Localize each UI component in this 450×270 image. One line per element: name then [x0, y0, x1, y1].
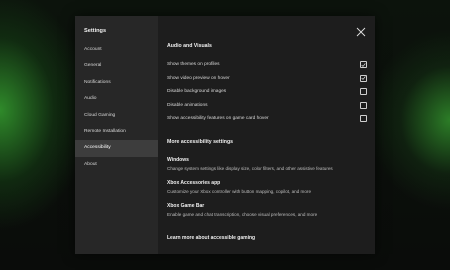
close-button[interactable] [356, 24, 366, 37]
option-disable-background[interactable]: Disable background images [167, 85, 367, 98]
option-show-themes[interactable]: Show themes on profiles [167, 58, 367, 71]
sidebar-item-cloud-gaming[interactable]: Cloud Gaming [75, 108, 158, 124]
sidebar-item-account[interactable]: Account [75, 42, 158, 58]
sidebar-item-about[interactable]: About [75, 157, 158, 173]
settings-content: Audio and Visuals Show themes on profile… [158, 16, 375, 254]
checkbox-video-preview[interactable] [360, 74, 367, 82]
link-description: Enable game and chat transcription, choo… [167, 212, 318, 217]
option-label: Disable animations [167, 102, 208, 108]
settings-sidebar: Settings Account General Notifications A… [75, 16, 158, 254]
checkmark-icon [361, 76, 366, 80]
option-accessibility-hover[interactable]: Show accessibility features on game card… [167, 112, 367, 125]
checkbox-accessibility-hover[interactable] [360, 115, 367, 122]
option-label: Show accessibility features on game card… [167, 116, 269, 121]
sidebar-item-remote-installation[interactable]: Remote Installation [75, 124, 158, 140]
checkmark-icon [361, 62, 366, 67]
link-description: Customize your Xbox controller with butt… [167, 189, 312, 194]
option-disable-animations[interactable]: Disable animations [167, 99, 367, 112]
sidebar-item-audio[interactable]: Audio [75, 91, 158, 107]
sidebar-title: Settings [84, 28, 107, 34]
checkbox-show-themes[interactable] [360, 61, 367, 68]
option-video-preview[interactable]: Show video preview on hover [167, 72, 367, 85]
option-label: Show video preview on hover [167, 75, 230, 81]
option-label: Disable background images [167, 89, 227, 94]
close-icon [356, 27, 366, 37]
sidebar-item-notifications[interactable]: Notifications [75, 75, 158, 91]
settings-dialog: Settings Account General Notifications A… [75, 16, 375, 254]
link-xbox-game-bar[interactable]: Xbox Game Bar Enable game and chat trans… [167, 203, 367, 217]
link-title: Windows [167, 157, 189, 163]
sidebar-item-accessibility[interactable]: Accessibility [75, 140, 158, 157]
checkbox-disable-background[interactable] [360, 88, 367, 95]
link-windows[interactable]: Windows Change system settings like disp… [167, 157, 367, 171]
sidebar-item-general[interactable]: General [75, 58, 158, 74]
link-title: Xbox Accessories app [167, 180, 221, 186]
sidebar-nav: Account General Notifications Audio Clou… [75, 42, 158, 173]
option-label: Show themes on profiles [167, 62, 220, 67]
link-description: Change system settings like display size… [167, 166, 333, 171]
checkbox-disable-animations[interactable] [360, 101, 367, 109]
section-title-audio-visuals: Audio and Visuals [167, 43, 212, 49]
link-xbox-accessories[interactable]: Xbox Accessories app Customize your Xbox… [167, 180, 367, 194]
link-title: Xbox Game Bar [167, 203, 205, 209]
learn-more-link[interactable]: Learn more about accessible gaming [167, 235, 255, 241]
section-title-more-accessibility: More accessibility settings [167, 139, 234, 145]
